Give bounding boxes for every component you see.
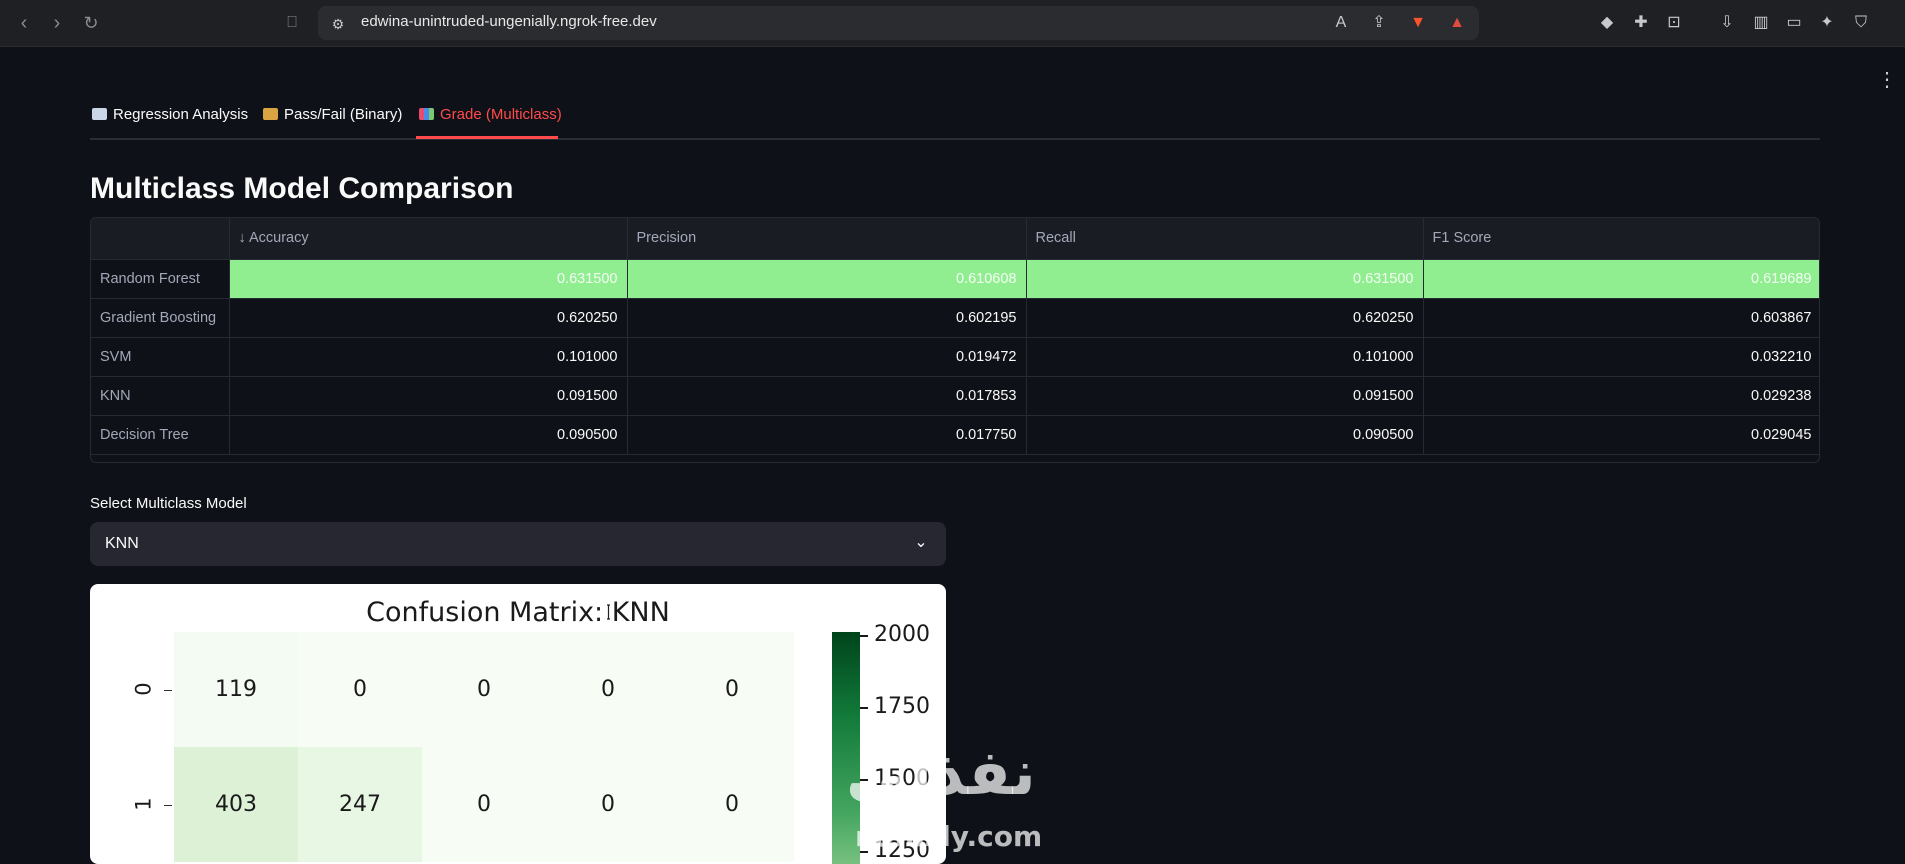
tab-pass-fail[interactable]: Pass/Fail (Binary) (263, 106, 402, 123)
model-name-cell[interactable]: Random Forest (91, 259, 230, 299)
brave-shield-icon[interactable]: ▼ (1407, 12, 1429, 34)
vpn-icon[interactable]: ⛉ (1850, 12, 1872, 34)
scales-icon (263, 108, 278, 120)
recall-cell[interactable]: 0.090500 (1026, 415, 1424, 455)
figma-extension-icon[interactable]: ◆ (1596, 12, 1618, 34)
column-header-precision[interactable]: Precision (627, 218, 1027, 260)
download-icon[interactable]: ⇩ (1716, 12, 1738, 34)
heatmap-cell: 0 (298, 632, 422, 747)
y-tick-mark (164, 690, 172, 691)
chart-icon (92, 108, 107, 120)
f1-cell[interactable]: 0.032210 (1423, 337, 1819, 377)
url-text[interactable]: edwina-unintruded-ungenially.ngrok-free.… (361, 13, 657, 30)
mouse-cursor-icon (607, 604, 610, 620)
colorbar-tick-label: 2000 (874, 622, 930, 647)
recall-cell[interactable]: 0.620250 (1026, 298, 1424, 338)
model-name-cell[interactable]: SVM (91, 337, 230, 377)
browser-toolbar: ‹ › ↻ ⎕ ⚙ edwina-unintruded-ungenially.n… (0, 0, 1905, 47)
f1-cell[interactable]: 0.603867 (1423, 298, 1819, 338)
accuracy-cell[interactable]: 0.631500 (229, 259, 628, 299)
model-name-cell[interactable]: Gradient Boosting (91, 298, 230, 338)
heatmap-cell: 119 (174, 632, 298, 747)
confusion-matrix-chart: Confusion Matrix: KNN 119 0 0 0 0 403 24… (90, 584, 946, 864)
colorbar-tick (860, 707, 868, 709)
model-select-label: Select Multiclass Model (90, 495, 247, 512)
model-select-value: KNN (105, 535, 139, 552)
heatmap-cell: 403 (174, 747, 298, 862)
heatmap-cell: 0 (422, 747, 546, 862)
heatmap-cell: 0 (422, 632, 546, 747)
forward-icon[interactable]: › (45, 11, 69, 35)
heatmap-cell: 0 (546, 747, 670, 862)
share-icon[interactable]: ⇪ (1368, 12, 1390, 34)
colorbar-tick-label: 1750 (874, 694, 930, 719)
accuracy-cell[interactable]: 0.620250 (229, 298, 628, 338)
tab-label: Grade (Multiclass) (440, 106, 562, 123)
tab-label: Regression Analysis (113, 106, 249, 123)
column-header-recall[interactable]: Recall (1026, 218, 1424, 260)
app-menu-icon[interactable]: ⋮ (1877, 68, 1897, 92)
model-name-cell[interactable]: KNN (91, 376, 230, 416)
site-settings-icon[interactable]: ⚙ (327, 13, 349, 35)
heatmap-cell: 0 (670, 632, 794, 747)
accuracy-cell[interactable]: 0.091500 (229, 376, 628, 416)
table-row: Gradient Boosting 0.620250 0.602195 0.62… (91, 298, 1819, 338)
precision-cell[interactable]: 0.610608 (627, 259, 1027, 299)
table-row: Decision Tree 0.090500 0.017750 0.090500… (91, 415, 1819, 455)
watermark-logo: نفذلي (846, 736, 1036, 809)
tab-bar: Regression Analysis Pass/Fail (Binary) G… (90, 100, 1820, 140)
translate-icon[interactable]: A (1330, 12, 1352, 34)
bookmark-icon[interactable]: ⎕ (280, 11, 304, 35)
f1-cell[interactable]: 0.619689 (1423, 259, 1819, 299)
recall-cell[interactable]: 0.091500 (1026, 376, 1424, 416)
leo-ai-icon[interactable]: ✦ (1816, 12, 1838, 34)
tab-grade-multiclass[interactable]: Grade (Multiclass) (419, 106, 562, 123)
precision-cell[interactable]: 0.019472 (627, 337, 1027, 377)
reload-icon[interactable]: ↻ (79, 11, 103, 35)
y-tick-label: 1 (131, 797, 156, 811)
recall-cell[interactable]: 0.631500 (1026, 259, 1424, 299)
active-tab-indicator (416, 136, 558, 139)
table-row: KNN 0.091500 0.017853 0.091500 0.029238 (91, 376, 1819, 416)
model-select[interactable]: KNN ⌄ (90, 522, 946, 566)
section-title: Multiclass Model Comparison (90, 172, 514, 205)
accuracy-cell[interactable]: 0.090500 (229, 415, 628, 455)
table-row: SVM 0.101000 0.019472 0.101000 0.032210 (91, 337, 1819, 377)
accuracy-cell[interactable]: 0.101000 (229, 337, 628, 377)
tab-regression-analysis[interactable]: Regression Analysis (92, 106, 248, 123)
chart-title: Confusion Matrix: KNN (366, 597, 670, 628)
colorbar-tick (860, 635, 868, 637)
sidebar-icon[interactable]: ▥ (1750, 12, 1772, 34)
f1-cell[interactable]: 0.029045 (1423, 415, 1819, 455)
recall-cell[interactable]: 0.101000 (1026, 337, 1424, 377)
precision-cell[interactable]: 0.602195 (627, 298, 1027, 338)
watermark-text: nafazly.com (855, 820, 1043, 853)
precision-cell[interactable]: 0.017750 (627, 415, 1027, 455)
model-name-cell[interactable]: Decision Tree (91, 415, 230, 455)
heatmap-cell: 247 (298, 747, 422, 862)
y-tick-label: 0 (131, 682, 156, 696)
f1-cell[interactable]: 0.029238 (1423, 376, 1819, 416)
wallet-icon[interactable]: ▭ (1783, 12, 1805, 34)
column-header-accuracy[interactable]: ↓ Accuracy (229, 218, 628, 260)
tab-search-icon[interactable]: ⊡ (1663, 12, 1685, 34)
heatmap-cell: 0 (670, 747, 794, 862)
back-icon[interactable]: ‹ (12, 11, 36, 35)
extensions-icon[interactable]: ✚ (1630, 12, 1652, 34)
comparison-table[interactable]: ↓ Accuracy Precision Recall F1 Score Ran… (90, 217, 1820, 463)
bar-chart-icon (419, 108, 434, 120)
brave-rewards-icon[interactable]: ▲ (1446, 12, 1468, 34)
column-header-index (91, 218, 230, 260)
table-header-row: ↓ Accuracy Precision Recall F1 Score (91, 218, 1819, 260)
column-header-f1[interactable]: F1 Score (1423, 218, 1819, 260)
heatmap-cell: 0 (546, 632, 670, 747)
precision-cell[interactable]: 0.017853 (627, 376, 1027, 416)
chevron-down-icon: ⌄ (914, 534, 928, 551)
tab-label: Pass/Fail (Binary) (284, 106, 403, 123)
table-row: Random Forest 0.631500 0.610608 0.631500… (91, 259, 1819, 299)
y-tick-mark (164, 805, 172, 806)
